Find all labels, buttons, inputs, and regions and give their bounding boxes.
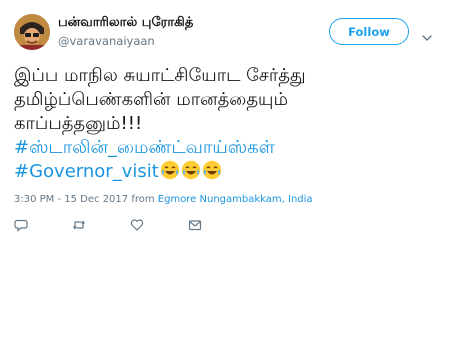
heart-icon[interactable] — [130, 218, 144, 232]
tweet-card: பன்வாரிலால் புரோகித் @varavanaiyaan Foll… — [0, 0, 451, 338]
reply-icon[interactable] — [14, 218, 28, 232]
hashtag-link[interactable]: #ஸ்டாலின்_மைண்ட்வாய்ஸ்கள் — [14, 136, 444, 160]
direct-message-icon[interactable] — [188, 218, 202, 232]
laughing-tears-emoji — [181, 160, 201, 180]
tweet-text-line: இப்ப மாநில சுயாட்சியோட சேர்த்து — [14, 65, 306, 86]
chevron-down-icon[interactable] — [422, 27, 432, 41]
author-display-name[interactable]: பன்வாரிலால் புரோகித் — [58, 15, 193, 31]
tweet-metadata: 3:30 PM - 15 Dec 2017 from Egmore Nungam… — [14, 194, 313, 205]
laughing-tears-emoji — [202, 160, 222, 180]
tweet-text-line: காப்பத்தனும்!!! — [14, 113, 143, 134]
tweet-text-line: #Governor_visit — [14, 160, 444, 184]
avatar[interactable] — [14, 14, 50, 50]
author-username[interactable]: @varavanaiyaan — [58, 34, 155, 48]
tweet-actions — [14, 218, 246, 232]
timestamp: 3:30 PM - 15 Dec 2017 from — [14, 194, 155, 205]
tweet-text: இப்ப மாநில சுயாட்சியோட சேர்த்து தமிழ்ப்ப… — [14, 64, 444, 184]
hashtag-link[interactable]: #Governor_visit — [14, 161, 159, 182]
retweet-icon[interactable] — [72, 218, 86, 232]
tweet-text-line: தமிழ்ப்பெண்களின் மானத்தையும் — [14, 89, 288, 110]
location-link[interactable]: Egmore Nungambakkam, India — [158, 194, 313, 205]
follow-button[interactable]: Follow — [329, 18, 409, 45]
laughing-tears-emoji — [160, 160, 180, 180]
